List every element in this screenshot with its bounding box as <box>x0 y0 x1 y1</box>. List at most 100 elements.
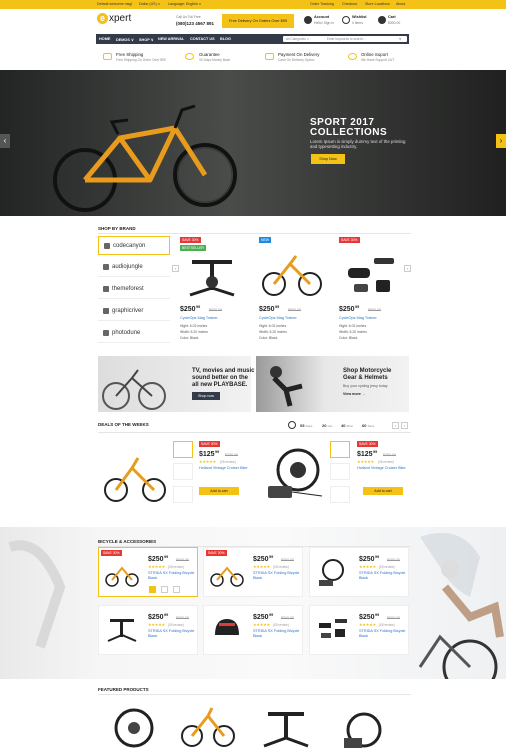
nav-contact-us[interactable]: CONTACT US <box>190 37 215 41</box>
nav-shop[interactable]: SHOP ∨ <box>139 37 154 42</box>
link-about[interactable]: About <box>396 2 405 6</box>
product-price-cents: 99 <box>275 305 280 309</box>
product-name[interactable]: CycleOps Mag Trainer <box>180 316 218 320</box>
sale-badge: SAVE 30% <box>357 441 378 447</box>
service-title: Guarantee <box>199 52 220 57</box>
top-bar: Default welcome msg! Dollar (US) ∨ Langu… <box>0 0 506 9</box>
featured-product-image[interactable] <box>334 702 394 750</box>
brand-prev-arrow[interactable]: ‹ <box>172 265 179 272</box>
hero-prev-arrow[interactable]: ‹ <box>0 134 10 148</box>
compare-icon[interactable] <box>173 586 180 593</box>
promo-line: TV, movies and music <box>192 368 255 374</box>
featured-product-image[interactable] <box>104 702 164 750</box>
product-image[interactable] <box>209 613 245 643</box>
product-image[interactable] <box>209 560 245 588</box>
product-name[interactable]: CycleOps Mag Trainer <box>259 316 297 320</box>
product-name-line2[interactable]: Black <box>359 576 368 580</box>
product-old-price: $500.00 <box>387 616 400 620</box>
brand-audiojungle[interactable]: audiojungle <box>98 258 170 277</box>
shop-now-button[interactable]: Shop Now <box>311 154 345 164</box>
product-name-line2[interactable]: Black <box>253 634 262 638</box>
product-image[interactable] <box>315 613 351 643</box>
cart-total[interactable]: $300.00 <box>388 21 400 25</box>
product-name[interactable]: STRIDA SX Folding Bicycle <box>359 629 405 633</box>
featured-product-image[interactable] <box>178 702 238 750</box>
product-old-price: $500.00 <box>281 558 294 562</box>
cart-label[interactable]: Cart <box>388 15 396 19</box>
hero-next-arrow[interactable]: › <box>496 134 506 148</box>
promo-line: Shop Motorcycle <box>343 368 392 374</box>
heart-icon[interactable] <box>161 586 168 593</box>
nav-blog[interactable]: BLOG <box>220 37 231 41</box>
product-image[interactable] <box>340 250 405 300</box>
brand-label: themeforest <box>112 286 144 292</box>
product-image[interactable] <box>182 250 247 300</box>
view-more-link[interactable]: View more → <box>343 392 366 396</box>
nav-new-arrival[interactable]: NEW ARRIVAL <box>158 37 184 41</box>
deal-thumb[interactable] <box>330 486 350 503</box>
deal-main-image[interactable] <box>262 446 328 506</box>
brand-graphicriver[interactable]: graphicriver <box>98 302 170 321</box>
product-name-line2[interactable]: Black <box>359 634 368 638</box>
nav-demos[interactable]: DEMOS ∨ <box>116 37 134 42</box>
link-order-tracking[interactable]: Order Tracking <box>310 2 334 6</box>
deal-thumb[interactable] <box>173 441 193 458</box>
account-icon[interactable] <box>304 16 312 24</box>
product-price-cents: 99 <box>375 555 380 559</box>
deal-thumb[interactable] <box>173 463 193 480</box>
deal-thumb[interactable] <box>330 441 350 458</box>
product-price: $250 <box>180 306 196 313</box>
product-image[interactable] <box>104 613 140 643</box>
logo-text[interactable]: xpert <box>109 13 131 24</box>
product-name[interactable]: STRIDA SX Folding Bicycle <box>148 629 194 633</box>
currency-select[interactable]: Dollar (US) ∨ <box>139 2 160 6</box>
featured-product-image[interactable] <box>256 702 316 750</box>
product-name-line2[interactable]: Black <box>148 634 157 638</box>
nav-home[interactable]: HOME <box>99 37 110 41</box>
heart-icon[interactable] <box>342 16 350 24</box>
cart-icon[interactable] <box>149 586 156 593</box>
product-name-line2[interactable]: Black <box>148 576 157 580</box>
wishlist-label[interactable]: Wishlist <box>352 15 367 19</box>
product-name[interactable]: STRIDA SX Folding Bicycle <box>148 571 194 575</box>
link-checkout[interactable]: Checkout <box>342 2 357 6</box>
deal-thumb[interactable] <box>173 486 193 503</box>
search-icon[interactable]: ⚲ <box>399 37 401 41</box>
deals-prev-arrow[interactable]: ‹ <box>392 422 399 429</box>
category-select[interactable]: All Categories ∨ <box>286 37 309 41</box>
brand-themeforest[interactable]: themeforest <box>98 280 170 299</box>
product-name[interactable]: STRIDA SX Folding Bicycle <box>253 571 299 575</box>
wishlist-count[interactable]: 0 items <box>352 21 363 25</box>
product-image[interactable] <box>104 560 140 588</box>
payment-icon <box>265 53 274 60</box>
product-name[interactable]: STRIDA SX Folding Bicycle <box>253 629 299 633</box>
deal-main-image[interactable] <box>102 452 168 504</box>
add-to-cart-button[interactable]: Add to cart <box>363 487 403 495</box>
deal-thumb[interactable] <box>330 463 350 480</box>
brand-next-arrow[interactable]: › <box>404 265 411 272</box>
shop-now-promo-button[interactable]: Shop now <box>192 392 220 400</box>
language-select[interactable]: Language: English ∨ <box>168 2 201 6</box>
product-image[interactable] <box>260 250 325 300</box>
rating-stars: ★★★★★ <box>148 565 166 569</box>
account-sub[interactable]: Hello! Sign in <box>314 21 334 25</box>
rating-stars: ★★★★★ <box>359 623 377 627</box>
hero-title-2: COLLECTIONS <box>310 127 388 138</box>
search-input[interactable]: Enter keywords to search... <box>327 37 366 41</box>
product-name-line2[interactable]: Black <box>253 576 262 580</box>
brand-photodune[interactable]: photodune <box>98 324 170 343</box>
logo-mark[interactable]: e <box>97 13 108 24</box>
product-image[interactable] <box>315 558 351 588</box>
timer-hours: 20 Hrs <box>322 423 332 428</box>
link-store-locations[interactable]: Store Locations <box>365 2 390 6</box>
cart-icon[interactable] <box>378 16 386 24</box>
deal-name[interactable]: Holland Vintage Cruiser Bike <box>199 466 247 470</box>
account-label[interactable]: Account <box>314 15 329 19</box>
deal-name[interactable]: Holland Vintage Cruiser Bike <box>357 466 405 470</box>
brand-codecanyon[interactable]: codecanyon <box>98 236 170 255</box>
product-name[interactable]: STRIDA SX Folding Bicycle <box>359 571 405 575</box>
deals-next-arrow[interactable]: › <box>401 422 408 429</box>
add-to-cart-button[interactable]: Add to cart <box>199 487 239 495</box>
hero-slider[interactable] <box>0 70 506 216</box>
product-name[interactable]: CycleOps Mag Trainer <box>339 316 377 320</box>
